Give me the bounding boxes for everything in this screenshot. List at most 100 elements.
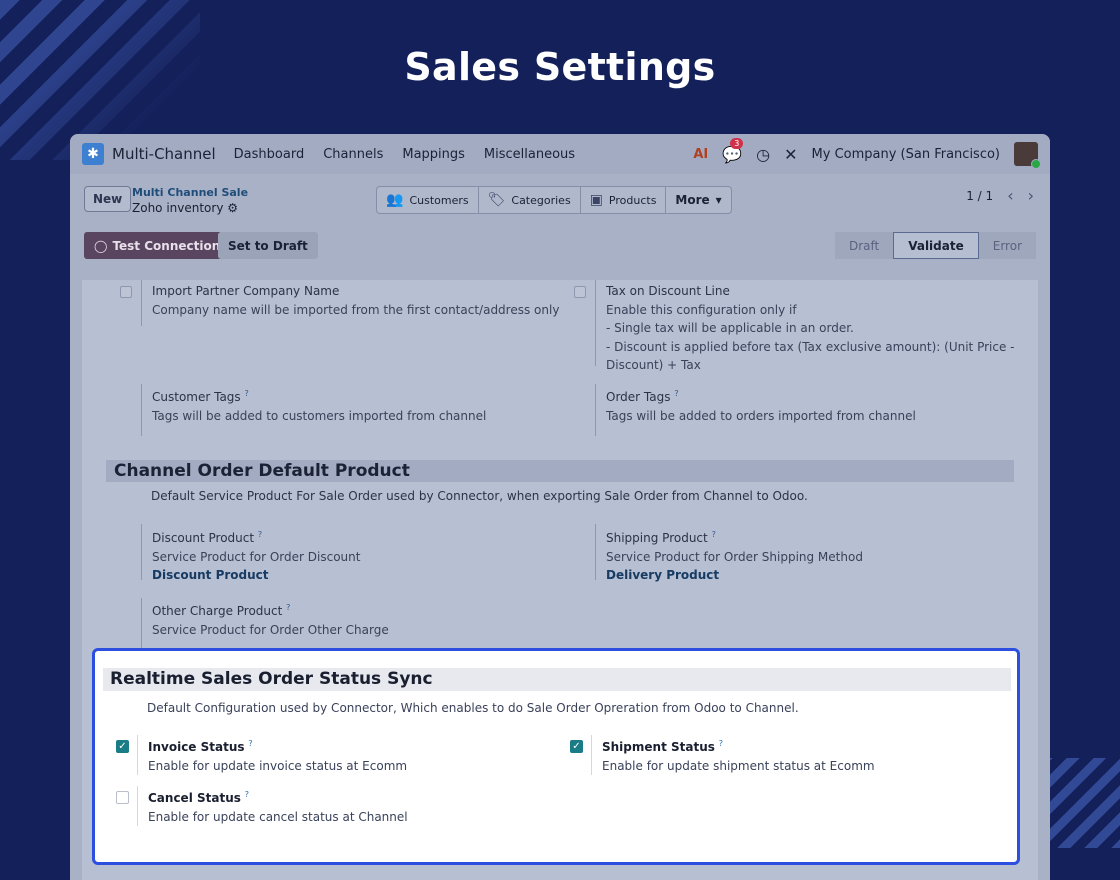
shipping-product-label-text: Shipping Product <box>606 531 708 545</box>
customers-button[interactable]: 👥 Customers <box>377 187 479 213</box>
chevron-down-icon: ▾ <box>715 193 722 207</box>
order-tags-field: Order Tags ? Tags will be added to order… <box>606 385 1016 425</box>
help-icon[interactable]: ? <box>286 603 290 612</box>
menu-miscellaneous[interactable]: Miscellaneous <box>484 147 575 162</box>
menu-channels[interactable]: Channels <box>323 147 383 162</box>
chat-icon[interactable]: 💬 3 <box>722 137 744 164</box>
ai-icon[interactable]: AI <box>693 147 708 162</box>
customers-label: Customers <box>409 193 469 207</box>
pager-value[interactable]: 1 / 1 <box>966 189 993 203</box>
tax-discount-desc-2: - Single tax will be applicable in an or… <box>606 321 854 335</box>
stage-draft[interactable]: Draft <box>834 232 894 259</box>
stage-validate[interactable]: Validate <box>893 232 979 259</box>
help-icon[interactable]: ? <box>719 739 723 748</box>
order-tags-label-text: Order Tags <box>606 390 671 404</box>
control-panel: New Multi Channel Sale Zoho inventory ⚙ … <box>70 174 1050 224</box>
shipping-product-field: Shipping Product ? Service Product for O… <box>606 526 1016 585</box>
tax-discount-checkbox[interactable] <box>574 286 586 298</box>
menu-mappings[interactable]: Mappings <box>402 147 465 162</box>
import-partner-field: Import Partner Company Name Company name… <box>152 282 572 319</box>
set-to-draft-button[interactable]: Set to Draft <box>218 232 318 259</box>
shipment-status-checkbox[interactable]: ✓ <box>570 740 583 753</box>
customer-tags-field: Customer Tags ? Tags will be added to cu… <box>152 385 572 425</box>
divider <box>595 524 596 580</box>
pager: 1 / 1 ‹ › <box>966 186 1034 205</box>
order-tags-desc: Tags will be added to orders imported fr… <box>606 408 916 423</box>
categories-label: Categories <box>511 193 571 207</box>
tax-discount-label: Tax on Discount Line <box>606 284 730 298</box>
default-product-heading: Channel Order Default Product <box>106 460 1014 482</box>
cancel-status-label: Cancel Status ? <box>148 786 568 808</box>
default-product-desc: Default Service Product For Sale Order u… <box>151 489 808 503</box>
divider <box>137 735 138 775</box>
other-charge-desc: Service Product for Order Other Charge <box>152 622 389 637</box>
refresh-icon: ◯ <box>94 238 108 253</box>
import-partner-desc: Company name will be imported from the f… <box>152 302 560 317</box>
shipment-status-label: Shipment Status ? <box>602 735 1002 757</box>
other-charge-label: Other Charge Product ? <box>152 599 572 621</box>
other-charge-label-text: Other Charge Product <box>152 604 283 618</box>
tag-icon: 🏷 <box>487 192 506 208</box>
cancel-status-checkbox[interactable] <box>116 791 129 804</box>
divider <box>141 280 142 326</box>
banner-title: Sales Settings <box>404 45 716 89</box>
clock-icon[interactable]: ◷ <box>756 145 770 164</box>
divider <box>591 735 592 775</box>
invoice-status-desc: Enable for update invoice status at Ecom… <box>148 758 408 773</box>
shipping-product-value[interactable]: Delivery Product <box>606 566 1016 585</box>
shipment-status-desc: Enable for update shipment status at Eco… <box>602 758 875 773</box>
help-icon[interactable]: ? <box>248 739 252 748</box>
tools-icon[interactable]: ✕ <box>784 145 797 164</box>
cancel-status-label-text: Cancel Status <box>148 791 241 805</box>
company-switcher[interactable]: My Company (San Francisco) <box>812 147 1000 162</box>
new-button[interactable]: New <box>84 186 132 212</box>
chevron-right-icon[interactable]: › <box>1028 186 1034 205</box>
users-icon: 👥 <box>386 192 404 208</box>
status-row: ◯ Test Connection Set to Draft Draft Vali… <box>70 224 1050 262</box>
cancel-status-desc: Enable for update cancel status at Chann… <box>148 809 408 824</box>
app-logo-icon[interactable]: ✱ <box>82 143 104 165</box>
help-icon[interactable]: ? <box>245 790 249 799</box>
categories-button[interactable]: 🏷 Categories <box>479 187 581 213</box>
products-button[interactable]: ▣ Products <box>581 187 667 213</box>
status-sync-panel: Realtime Sales Order Status Sync Default… <box>92 648 1020 865</box>
avatar[interactable] <box>1014 142 1041 169</box>
invoice-status-label-text: Invoice Status <box>148 740 245 754</box>
customer-tags-label-text: Customer Tags <box>152 390 241 404</box>
menu-dashboard[interactable]: Dashboard <box>234 147 305 162</box>
test-connection-button[interactable]: ◯ Test Connection <box>84 232 231 259</box>
discount-product-field: Discount Product ? Service Product for O… <box>152 526 572 585</box>
breadcrumb-current-label: Zoho inventory <box>132 201 224 215</box>
invoice-status-label: Invoice Status ? <box>148 735 568 757</box>
tax-discount-field: Tax on Discount Line Enable this configu… <box>606 282 1016 375</box>
invoice-status-checkbox[interactable]: ✓ <box>116 740 129 753</box>
help-icon[interactable]: ? <box>674 389 678 398</box>
test-connection-label: Test Connection <box>112 238 221 253</box>
more-button[interactable]: More ▾ <box>666 187 730 213</box>
chat-badge: 3 <box>730 137 744 149</box>
discount-product-label-text: Discount Product <box>152 531 255 545</box>
tax-discount-desc-4: Discount) + Tax <box>606 358 701 372</box>
chevron-left-icon[interactable]: ‹ <box>1007 186 1013 205</box>
help-icon[interactable]: ? <box>258 530 262 539</box>
import-partner-label: Import Partner Company Name <box>152 284 340 298</box>
shipping-product-desc: Service Product for Order Shipping Metho… <box>606 549 863 564</box>
discount-product-value[interactable]: Discount Product <box>152 566 572 585</box>
top-navbar: ✱ Multi-Channel Dashboard Channels Mappi… <box>70 134 1050 174</box>
divider <box>141 384 142 436</box>
help-icon[interactable]: ? <box>245 389 249 398</box>
invoice-status-field: Invoice Status ? Enable for update invoi… <box>148 735 568 775</box>
divider <box>595 280 596 366</box>
app-name[interactable]: Multi-Channel <box>112 145 216 163</box>
help-icon[interactable]: ? <box>712 530 716 539</box>
breadcrumb-parent[interactable]: Multi Channel Sale <box>132 186 248 199</box>
stage-error[interactable]: Error <box>978 232 1036 259</box>
breadcrumb-current: Zoho inventory ⚙ <box>132 201 238 215</box>
products-label: Products <box>608 193 657 207</box>
divider <box>141 598 142 648</box>
order-tags-label: Order Tags ? <box>606 385 1016 407</box>
gear-icon[interactable]: ⚙ <box>227 201 238 215</box>
shipping-product-label: Shipping Product ? <box>606 526 1016 548</box>
import-partner-checkbox[interactable] <box>120 286 132 298</box>
decorative-stripes-bottom-right <box>1040 758 1120 848</box>
